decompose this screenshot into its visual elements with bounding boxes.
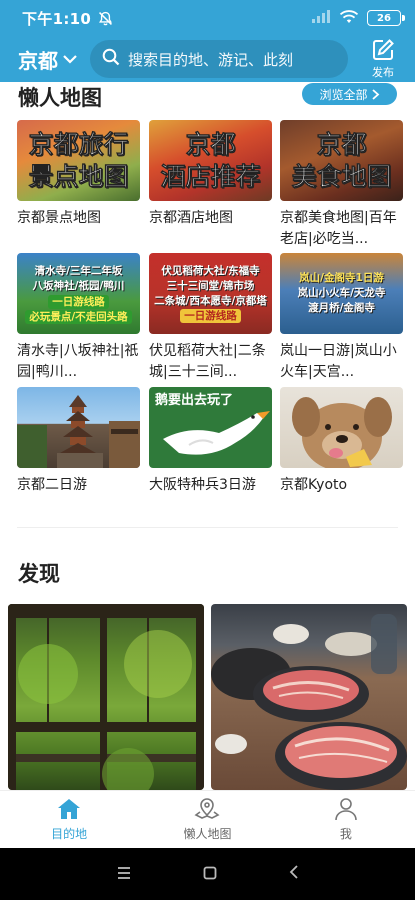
top-bar: 京都 搜索目的地、游记、此刻 发布 xyxy=(0,36,415,82)
map-tile[interactable]: 清水寺/三年二年坂 八坂神社/祇园/鸭川 一日游线路 必玩景点/不走回头路 清水… xyxy=(17,253,140,383)
search-icon xyxy=(102,48,120,70)
yakiniku-photo xyxy=(211,614,407,790)
publish-label: 发布 xyxy=(372,66,394,79)
back-icon[interactable] xyxy=(288,864,300,884)
tile-overlay-text: 二条城/西本愿寺/京都塔 xyxy=(154,295,267,307)
chevron-right-icon xyxy=(371,88,379,100)
status-bar: 下午1:10 26 xyxy=(0,0,415,36)
map-tile[interactable]: 京都 美食地图 京都美食地图|百年老店|必吃当... xyxy=(280,120,403,250)
tile-caption: 清水寺|八坂神社|祇园|鸭川... xyxy=(17,343,139,380)
map-tile[interactable]: 京都旅行 景点地图 京都景点地图 xyxy=(17,120,140,229)
tile-overlay-text: 酒店推荐 xyxy=(160,161,261,191)
tile-overlay-text: 岚山小火车/天龙寺 xyxy=(297,287,386,299)
tile-caption: 京都酒店地图 xyxy=(149,210,233,226)
map-pin-icon xyxy=(194,798,220,819)
map-tile[interactable]: 伏见稻荷大社/东福寺 三十三间堂/锦市场 二条城/西本愿寺/京都塔 一日游线路 … xyxy=(149,253,272,383)
browse-all-label: 浏览全部 xyxy=(319,87,368,102)
map-tile[interactable]: 岚山/金阁寺1日游 岚山小火车/天龙寺 渡月桥/金阁寺 岚山一日游|岚山小火车|… xyxy=(280,253,403,383)
pagoda-photo xyxy=(17,395,140,468)
home-square-icon[interactable] xyxy=(203,865,217,884)
discover-title: 发现 xyxy=(18,562,60,586)
lazy-map-title: 懒人地图 xyxy=(18,86,102,110)
tile-overlay-text: 美食地图 xyxy=(291,161,392,191)
tile-caption: 京都美食地图|百年老店|必吃当... xyxy=(280,210,397,247)
publish-button[interactable]: 发布 xyxy=(363,38,403,80)
nav-me[interactable]: 我 xyxy=(277,791,415,848)
browse-all-button[interactable]: 浏览全部 xyxy=(302,83,397,105)
status-indicators: 26 xyxy=(311,9,405,28)
tile-overlay-text: 八坂神社/祇园/鸭川 xyxy=(32,279,125,292)
tile-route-badge: 一日游线路 xyxy=(180,309,241,323)
battery-icon: 26 xyxy=(367,10,405,26)
nav-destination-label: 目的地 xyxy=(51,827,88,841)
person-icon xyxy=(335,798,357,821)
map-tile[interactable]: 京都Kyoto xyxy=(280,387,403,496)
nav-lazy-map-label: 懒人地图 xyxy=(183,827,232,841)
nav-destination[interactable]: 目的地 xyxy=(0,791,138,848)
tile-overlay-text: 三十三间堂/锦市场 xyxy=(166,280,255,292)
app-header: 下午1:10 26 京都 搜索目的地、游记、此刻 发布 xyxy=(0,0,415,82)
map-tile-image: 京都 美食地图 xyxy=(280,120,403,201)
nav-lazy-map[interactable]: 懒人地图 xyxy=(138,791,276,848)
tile-overlay-text: 岚山/金阁寺1日游 xyxy=(299,272,384,284)
discover-card-image[interactable] xyxy=(211,604,407,790)
garden-window-photo xyxy=(8,604,204,790)
nav-me-label: 我 xyxy=(339,827,352,841)
tile-route-badge: 一日游线路 xyxy=(48,294,109,309)
tile-overlay-text: 景点地图 xyxy=(28,161,129,191)
map-tile-image: 岚山/金阁寺1日游 岚山小火车/天龙寺 渡月桥/金阁寺 xyxy=(280,253,403,334)
map-tile[interactable]: 鹅要出去玩了 大阪特种兵3日游 xyxy=(149,387,272,496)
map-tile-image: 京都旅行 景点地图 xyxy=(17,120,140,201)
menu-icon[interactable] xyxy=(116,865,132,884)
map-tile-image xyxy=(17,387,140,468)
map-tile-image: 清水寺/三年二年坂 八坂神社/祇园/鸭川 一日游线路 必玩景点/不走回头路 xyxy=(17,253,140,334)
goose-illustration xyxy=(163,411,270,455)
tile-overlay-text: 伏见稻荷大社/东福寺 xyxy=(161,265,260,277)
mute-icon xyxy=(97,10,114,27)
map-tile-image: 伏见稻荷大社/东福寺 三十三间堂/锦市场 二条城/西本愿寺/京都塔 一日游线路 xyxy=(149,253,272,334)
signal-icon xyxy=(311,9,331,27)
map-tile[interactable]: 京都二日游 xyxy=(17,387,140,496)
bottom-nav: 目的地 懒人地图 我 xyxy=(0,790,415,848)
tile-overlay-text: 京都 xyxy=(185,129,236,159)
map-tile-image xyxy=(280,387,403,468)
wifi-icon xyxy=(339,9,359,28)
map-tile-image: 京都 酒店推荐 xyxy=(149,120,272,201)
city-name: 京都 xyxy=(18,48,58,73)
tile-overlay-text: 渡月桥/金阁寺 xyxy=(308,302,375,314)
tile-caption: 岚山一日游|岚山小火车|天宫... xyxy=(280,343,397,380)
chevron-down-icon xyxy=(62,51,78,67)
dog-photo xyxy=(292,397,392,468)
tile-caption: 大阪特种兵3日游 xyxy=(149,477,256,493)
tile-caption: 伏见稻荷大社|二条城|三十三间... xyxy=(149,343,266,380)
tile-route-badge: 必玩景点/不走回头路 xyxy=(25,309,132,324)
tile-caption: 京都Kyoto xyxy=(280,477,348,493)
search-bar[interactable]: 搜索目的地、游记、此刻 xyxy=(90,40,348,78)
home-icon xyxy=(58,799,81,819)
tile-overlay-text: 京都 xyxy=(316,129,367,159)
battery-level: 26 xyxy=(377,12,391,24)
search-input[interactable]: 搜索目的地、游记、此刻 xyxy=(128,49,293,70)
discover-card-image[interactable] xyxy=(8,604,204,790)
section-divider xyxy=(17,527,398,528)
status-time: 下午1:10 xyxy=(22,9,92,28)
tile-overlay-text: 京都旅行 xyxy=(28,129,129,159)
system-nav-bar xyxy=(0,848,415,900)
map-tile[interactable]: 京都 酒店推荐 京都酒店地图 xyxy=(149,120,272,229)
map-tile-image: 鹅要出去玩了 xyxy=(149,387,272,468)
tile-caption: 京都二日游 xyxy=(17,477,87,493)
tile-overlay-text: 清水寺/三年二年坂 xyxy=(34,264,123,277)
tile-caption: 京都景点地图 xyxy=(17,210,101,226)
city-selector[interactable]: 京都 xyxy=(18,45,78,74)
edit-icon xyxy=(373,39,394,60)
